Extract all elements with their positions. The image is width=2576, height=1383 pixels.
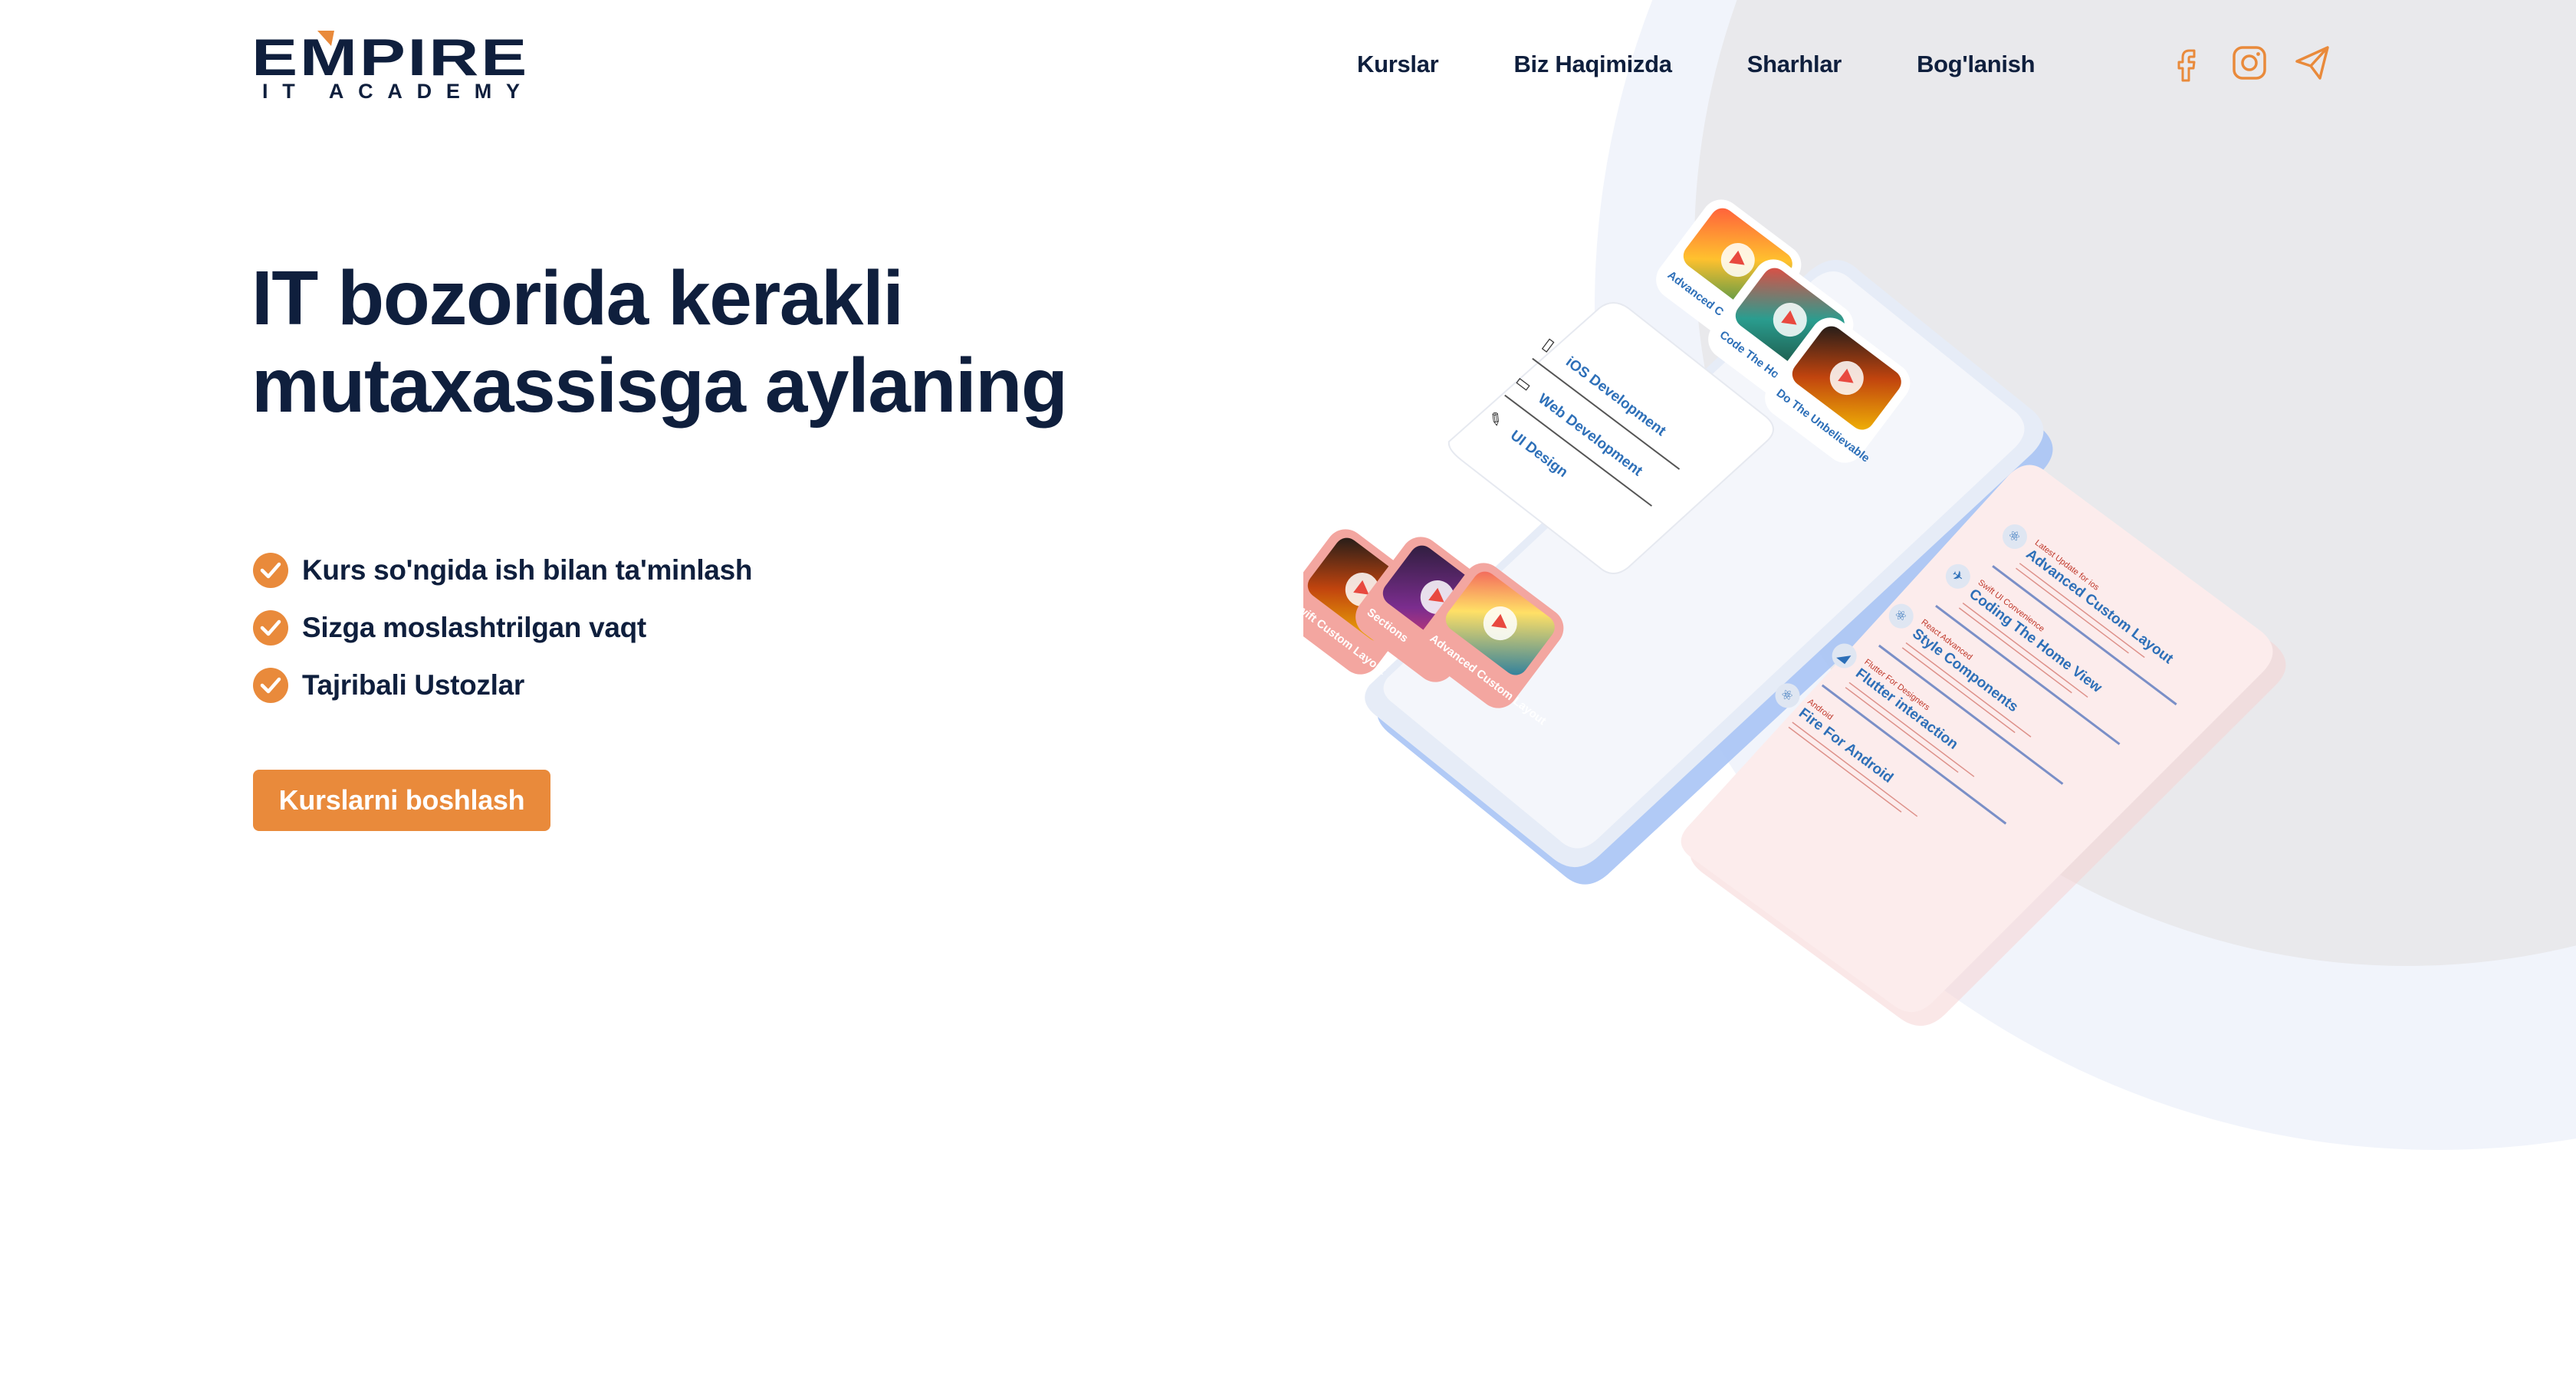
telegram-icon[interactable] — [2292, 43, 2332, 83]
nav-item-kurslar[interactable]: Kurslar — [1357, 51, 1439, 78]
feature-item: Kurs so'ngida ish bilan ta'minlash — [253, 541, 752, 599]
logo-wordmark: EMPIRE — [251, 28, 529, 87]
facebook-icon[interactable] — [2167, 43, 2206, 83]
start-courses-button[interactable]: Kurslarni boshlash — [253, 770, 550, 831]
hero-title: IT bozorida kerakli mutaxassisga aylanin… — [251, 255, 1171, 429]
social-links — [2167, 43, 2332, 83]
feature-item: Tajribali Ustozlar — [253, 656, 752, 714]
feature-text: Sizga moslashtrilgan vaqt — [302, 611, 646, 643]
nav-item-biz-haqimizda[interactable]: Biz Haqimizda — [1513, 51, 1672, 78]
empire-logo[interactable]: EMPIRE IT ACADEMY — [251, 28, 531, 101]
nav-item-sharhlar[interactable]: Sharhlar — [1747, 51, 1842, 78]
feature-text: Tajribali Ustozlar — [302, 669, 524, 701]
main-nav: Kurslar Biz Haqimizda Sharhlar Bog'lanis… — [1357, 51, 2036, 78]
feature-list: Kurs so'ngida ish bilan ta'minlash Sizga… — [253, 541, 752, 714]
feature-text: Kurs so'ngida ish bilan ta'minlash — [302, 554, 753, 586]
feature-item: Sizga moslashtrilgan vaqt — [253, 599, 752, 656]
nav-item-boglanish[interactable]: Bog'lanish — [1917, 51, 2036, 78]
check-circle-icon — [253, 609, 288, 646]
check-circle-icon — [253, 552, 288, 588]
instagram-icon[interactable] — [2229, 43, 2269, 83]
check-circle-icon — [253, 667, 288, 703]
landing-page: EMPIRE IT ACADEMY Kurslar Biz Haqimizda … — [0, 0, 2576, 1383]
hero-title-line-1: IT bozorida kerakli — [251, 255, 904, 341]
app-illustration: ▯ iOS Development ▭ Web Development ✎ UI… — [1303, 199, 2286, 1027]
hero-title-line-2: mutaxassisga aylaning — [251, 343, 1068, 429]
